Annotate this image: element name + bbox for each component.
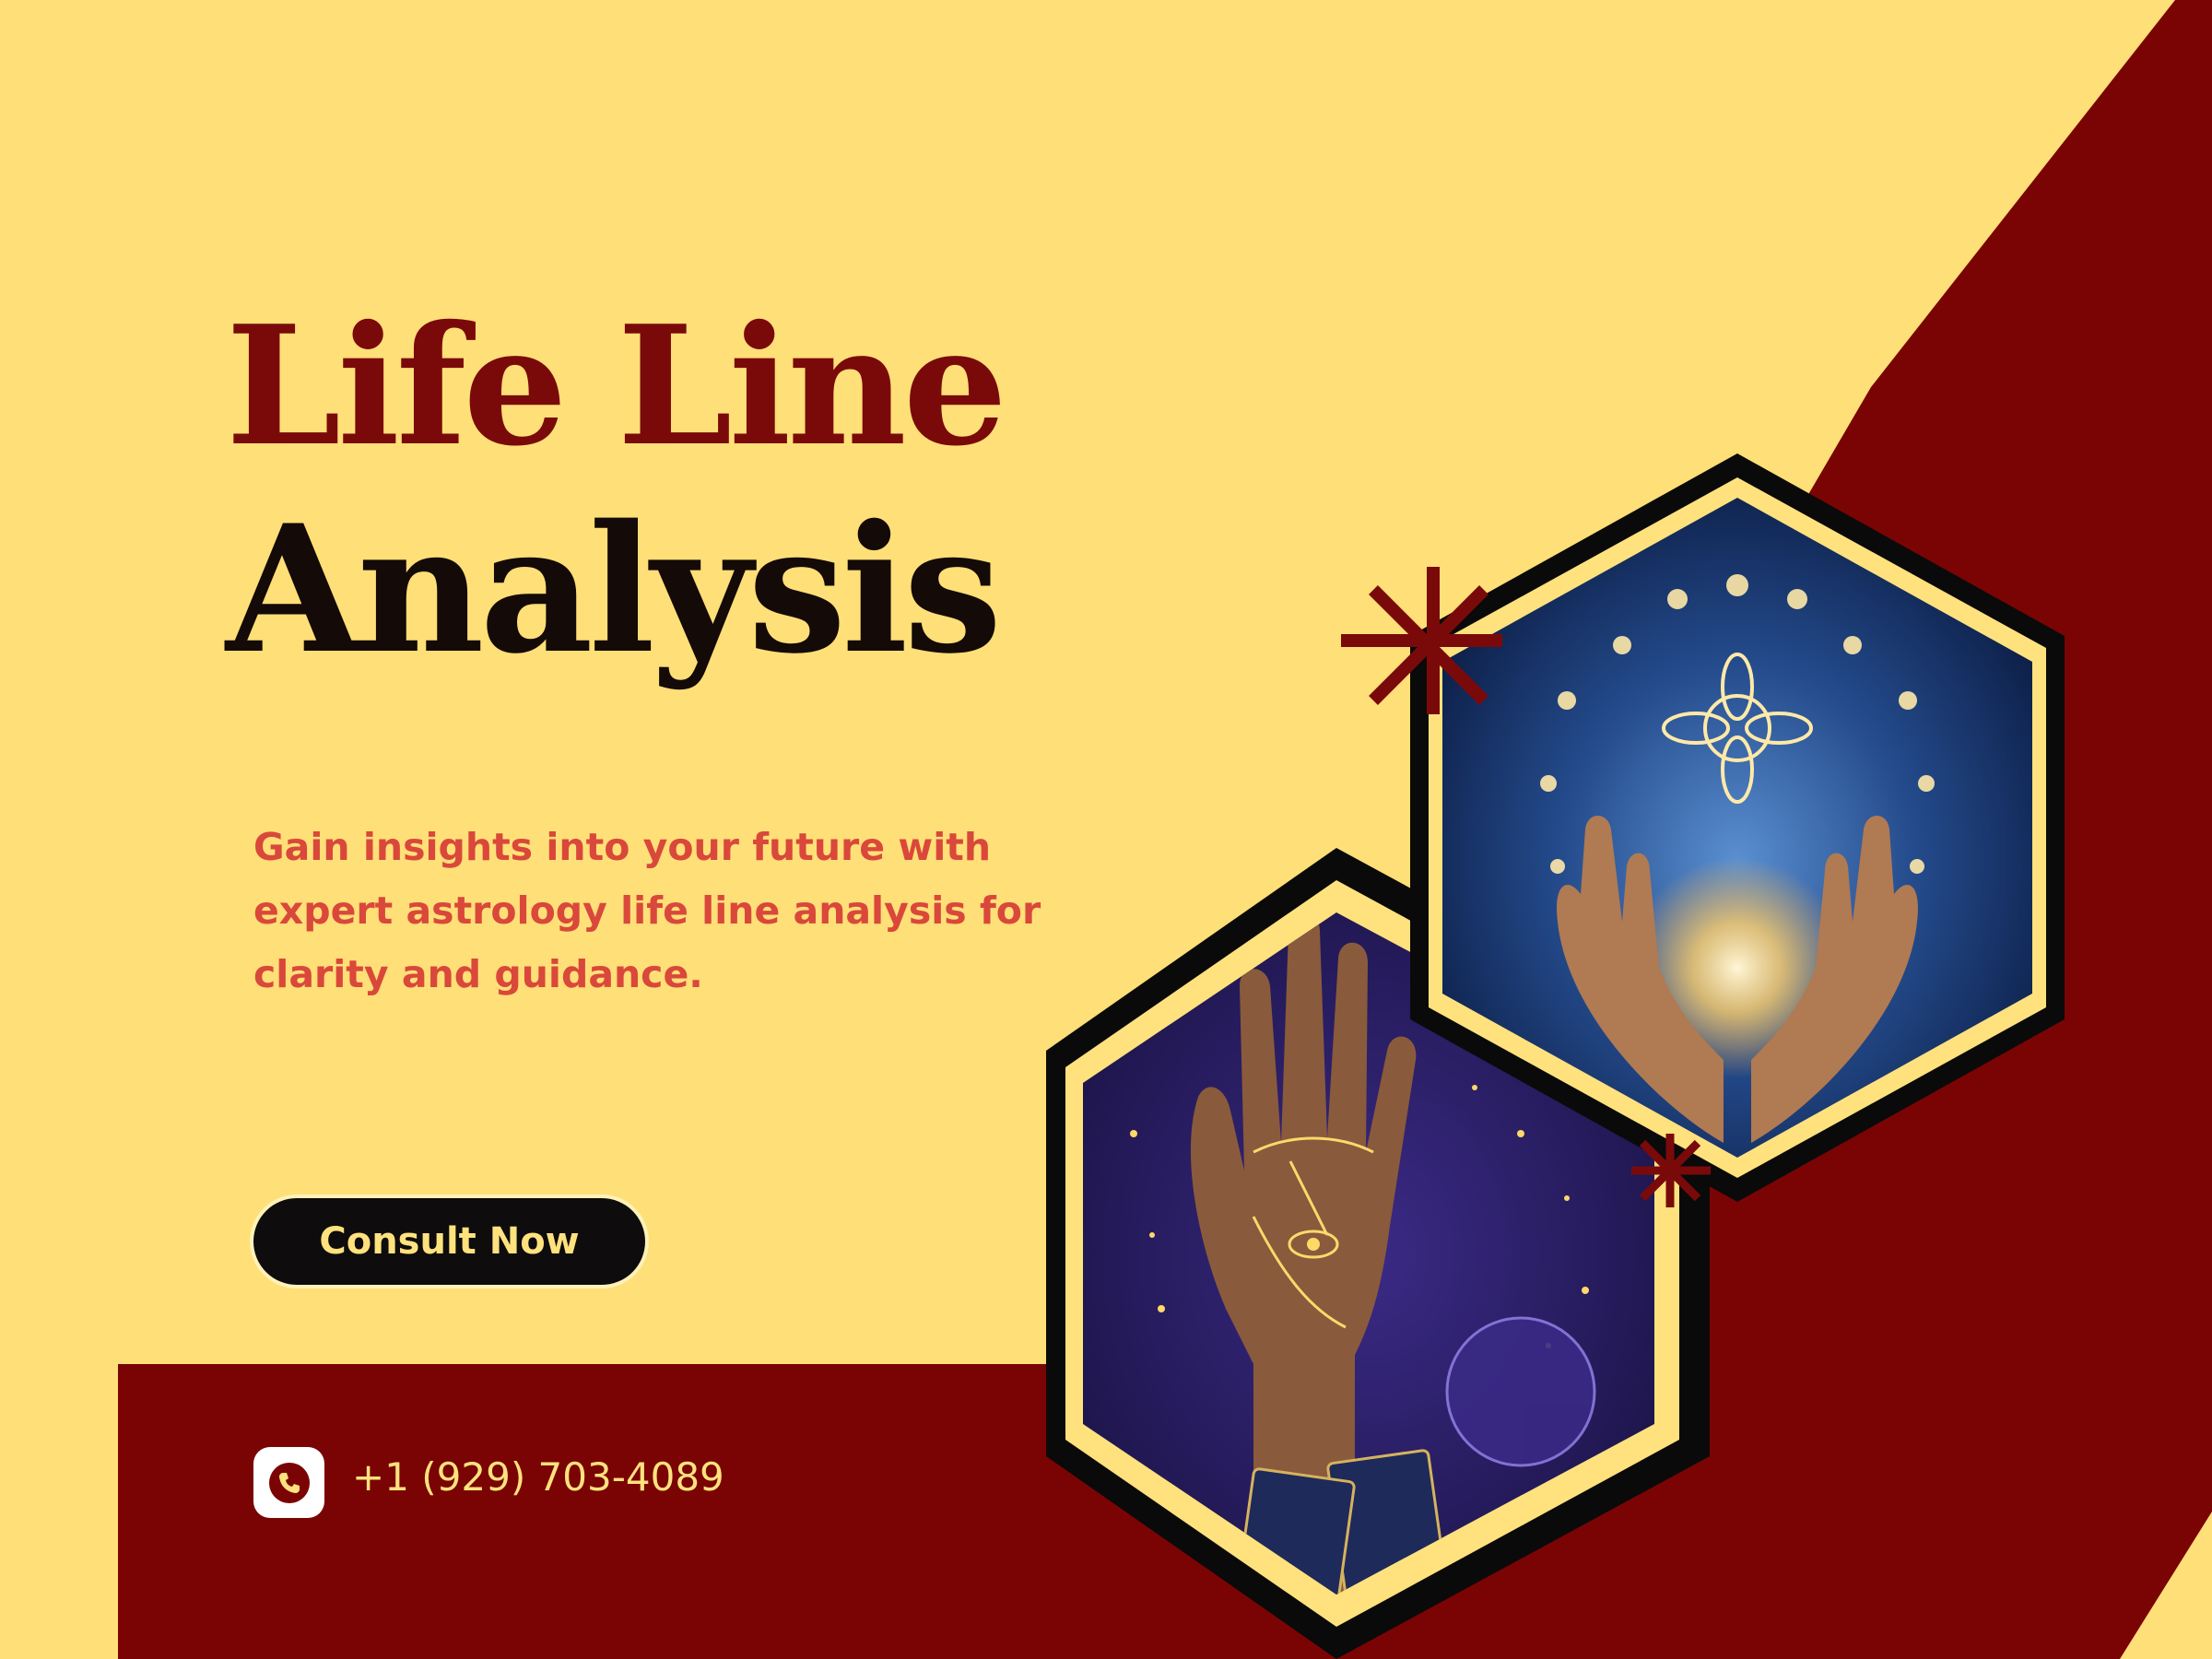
consult-now-button[interactable]: Consult Now	[253, 1198, 645, 1285]
crystal-ball-icon	[1445, 1316, 1596, 1467]
asterisk-small-icon	[1631, 1134, 1711, 1207]
description-text: Gain insights into your future with expe…	[253, 825, 1041, 996]
phone-icon[interactable]	[253, 1447, 324, 1518]
phone-number[interactable]: +1 (929) 703-4089	[352, 1454, 724, 1500]
phone-glyph-icon	[268, 1462, 310, 1503]
headline-line-1: Life Line	[226, 289, 1007, 482]
headline-line-2: Analysis	[226, 487, 1002, 692]
